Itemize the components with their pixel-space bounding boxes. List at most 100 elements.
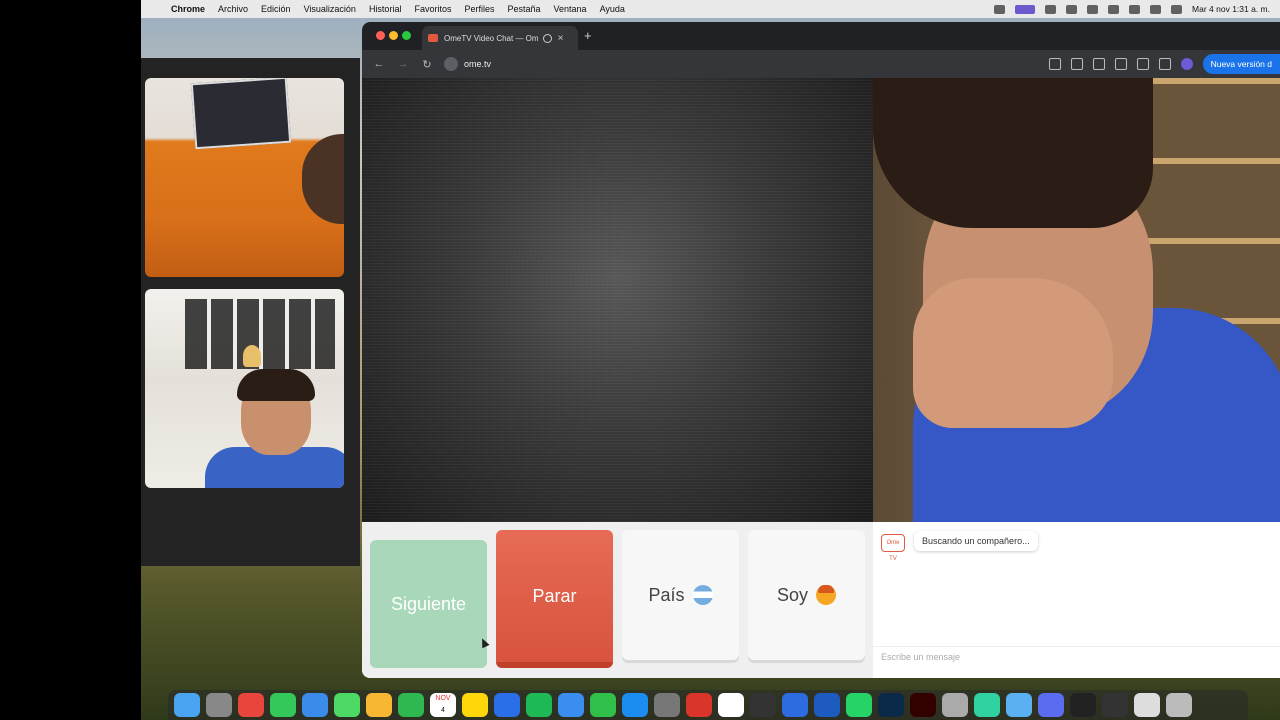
illustrator-icon[interactable] — [910, 693, 936, 717]
calendar-icon[interactable]: NOV 4 — [430, 693, 456, 717]
country-button[interactable]: País — [622, 530, 739, 660]
notes-icon[interactable] — [462, 693, 488, 717]
chrome-icon[interactable] — [238, 693, 264, 717]
next-button[interactable]: Siguiente — [370, 540, 490, 668]
trash-icon[interactable] — [1166, 693, 1192, 717]
menu-chrome[interactable]: Chrome — [171, 4, 205, 14]
minimized-window-icon[interactable] — [1102, 693, 1128, 717]
message-input[interactable]: Escribe un mensaje — [881, 652, 960, 662]
extension-icon[interactable] — [1136, 58, 1149, 70]
search-icon[interactable] — [1150, 4, 1162, 14]
ometv-favicon-icon — [428, 34, 438, 42]
minimize-window-button[interactable] — [389, 31, 398, 40]
next-label: Siguiente — [390, 593, 467, 614]
app-icon[interactable] — [782, 693, 808, 717]
calendar-day: 4 — [441, 707, 445, 714]
menu-edicion[interactable]: Edición — [261, 4, 291, 14]
new-tab-button[interactable]: + — [584, 28, 592, 43]
participant-video-tile[interactable] — [145, 78, 344, 277]
tab-title: OmeTV Video Chat — Om — [444, 33, 539, 43]
status-icon[interactable] — [1066, 4, 1078, 14]
maps-icon[interactable] — [334, 693, 360, 717]
menu-visualizacion[interactable]: Visualización — [304, 4, 356, 14]
zoom-window-button[interactable] — [402, 31, 411, 40]
launchpad-icon[interactable] — [206, 693, 232, 717]
stop-button[interactable]: Parar — [496, 530, 613, 668]
menu-historial[interactable]: Historial — [369, 4, 402, 14]
translate-icon[interactable] — [1070, 58, 1083, 70]
numbers-icon[interactable] — [590, 693, 616, 717]
spotify-icon[interactable] — [526, 693, 552, 717]
video-call-panel — [141, 58, 360, 566]
extensions-puzzle-icon[interactable] — [1158, 58, 1171, 70]
status-icon[interactable] — [1087, 4, 1099, 14]
lamp-in-video — [243, 345, 261, 367]
menu-pestana[interactable]: Pestaña — [507, 4, 540, 14]
freeform-icon[interactable] — [494, 693, 520, 717]
app-icon[interactable] — [974, 693, 1000, 717]
mail-icon[interactable] — [302, 693, 328, 717]
calendar-month: NOV — [435, 695, 451, 702]
object-in-video — [302, 134, 344, 224]
screen-recorder-icon[interactable] — [1015, 4, 1036, 14]
app-store-icon[interactable] — [622, 693, 648, 717]
obs-icon[interactable] — [750, 693, 776, 717]
app-icon[interactable] — [686, 693, 712, 717]
reload-icon[interactable]: ↻ — [420, 58, 434, 71]
menu-perfiles[interactable]: Perfiles — [464, 4, 494, 14]
browser-toolbar: ← → ↻ ome.tv Nueva versión d — [362, 50, 1280, 78]
status-icon[interactable] — [1045, 4, 1057, 14]
tab-ometv[interactable]: OmeTV Video Chat — Om × — [422, 26, 578, 50]
country-label: País — [648, 584, 685, 605]
weather-icon[interactable] — [1006, 693, 1032, 717]
person-hair — [237, 369, 315, 401]
person-hair — [873, 78, 1153, 228]
photoshop-icon[interactable] — [878, 693, 904, 717]
battery-icon[interactable] — [1108, 4, 1120, 14]
gender-button[interactable]: Soy — [748, 530, 865, 660]
app-icon[interactable] — [1038, 693, 1064, 717]
install-app-icon[interactable] — [1048, 58, 1061, 70]
update-button[interactable]: Nueva versión d — [1202, 54, 1280, 74]
close-window-button[interactable] — [376, 31, 385, 40]
boy-emoji-icon — [816, 585, 837, 605]
address-bar[interactable]: ome.tv — [444, 57, 491, 71]
menu-ayuda[interactable]: Ayuda — [600, 4, 625, 14]
messages-icon[interactable] — [270, 693, 296, 717]
minimized-window-icon[interactable] — [1134, 693, 1160, 717]
status-message: Buscando un compañero... — [914, 531, 1038, 551]
photos-icon[interactable] — [366, 693, 392, 717]
url-text[interactable]: ome.tv — [464, 59, 491, 69]
finder-icon[interactable] — [174, 693, 200, 717]
tab-strip: OmeTV Video Chat — Om × + — [362, 22, 1280, 50]
menubar-clock[interactable]: Mar 4 nov 1:31 a. m. — [1192, 4, 1270, 14]
chrome-window: OmeTV Video Chat — Om × + ← → ↻ ome.tv N… — [362, 22, 1280, 678]
back-arrow-icon[interactable]: ← — [372, 58, 386, 70]
menu-favoritos[interactable]: Favoritos — [414, 4, 451, 14]
word-icon[interactable] — [814, 693, 840, 717]
whatsapp-icon[interactable] — [846, 693, 872, 717]
wifi-icon[interactable] — [1129, 4, 1141, 14]
system-settings-icon[interactable] — [654, 693, 680, 717]
chat-panel: Ome TV Buscando un compañero... Escribe … — [873, 522, 1280, 678]
ometv-logo-icon: Ome TV — [881, 534, 905, 562]
chat-controls: Siguiente Parar País Soy — [362, 522, 873, 678]
menu-archivo[interactable]: Archivo — [218, 4, 248, 14]
minimized-window-icon[interactable] — [1070, 693, 1096, 717]
preview-icon[interactable] — [942, 693, 968, 717]
recording-indicator-icon — [542, 33, 552, 43]
participant-video-tile[interactable] — [145, 289, 344, 488]
close-tab-icon[interactable]: × — [558, 33, 564, 44]
app-icon[interactable] — [718, 693, 744, 717]
facetime-icon[interactable] — [398, 693, 424, 717]
profile-avatar[interactable] — [1180, 58, 1193, 70]
status-icon[interactable] — [994, 4, 1006, 14]
menu-ventana[interactable]: Ventana — [554, 4, 587, 14]
control-center-icon[interactable] — [1171, 4, 1183, 14]
audio-icon[interactable] — [1114, 58, 1127, 70]
forward-arrow-icon[interactable]: → — [396, 58, 410, 70]
site-info-icon[interactable] — [444, 57, 458, 71]
bookmark-star-icon[interactable] — [1092, 58, 1105, 70]
keynote-icon[interactable] — [558, 693, 584, 717]
gender-label: Soy — [776, 584, 809, 605]
